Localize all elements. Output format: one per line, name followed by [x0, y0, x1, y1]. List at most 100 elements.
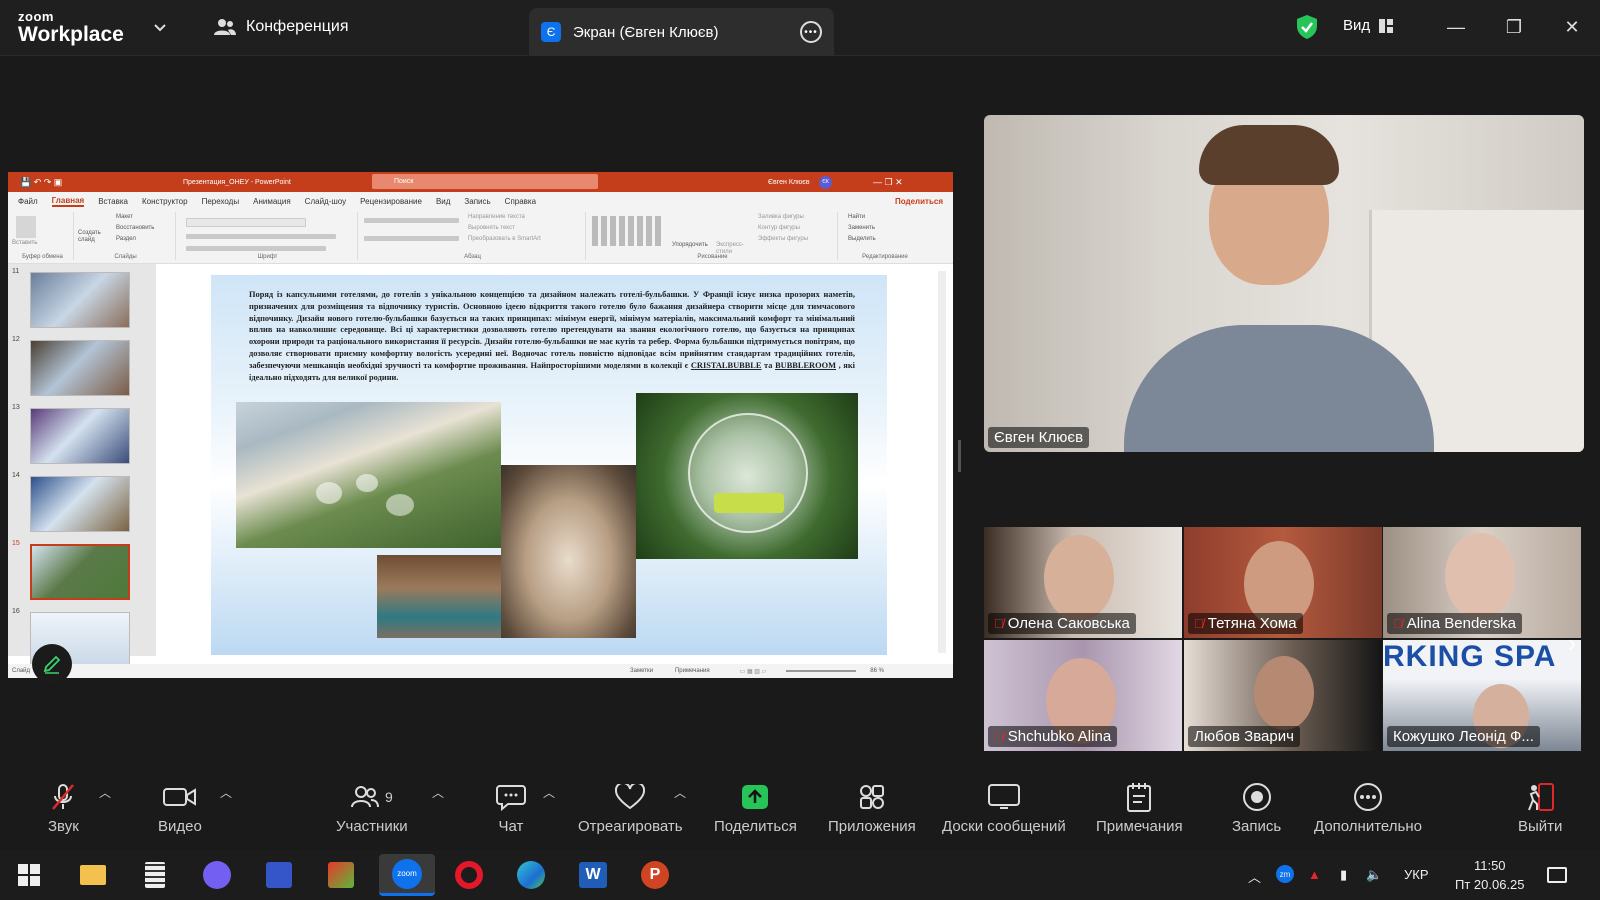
word-icon[interactable]: W — [576, 858, 610, 892]
layout-label[interactable]: Макет — [116, 214, 133, 220]
notes-button[interactable]: Заметки — [630, 668, 653, 674]
font-name-box[interactable] — [186, 218, 306, 227]
speaker-video[interactable]: Євген Клюєв — [984, 115, 1584, 452]
share-screen-button[interactable]: Поделиться — [714, 782, 797, 835]
audio-button[interactable]: Звук — [48, 782, 79, 835]
font-buttons[interactable] — [186, 234, 336, 239]
slide-thumbnails-pane[interactable]: 11 12 13 14 15 16 — [8, 264, 156, 668]
create-slide-label[interactable]: Создать слайд — [78, 230, 108, 244]
split-divider-handle[interactable] — [958, 440, 961, 472]
zoom-tray-icon[interactable]: zm — [1276, 865, 1294, 883]
ppt-tab[interactable]: Переходы — [202, 197, 240, 206]
participant-tile[interactable]: Любов Зварич — [1184, 640, 1382, 751]
edge-icon[interactable] — [514, 858, 548, 892]
font-color-buttons[interactable] — [186, 246, 326, 251]
slide-thumbnail[interactable] — [30, 476, 130, 532]
volume-icon[interactable]: 🔈 — [1366, 867, 1382, 883]
ppt-tab[interactable]: Анимация — [253, 197, 291, 206]
participants-button[interactable]: 9 Участники — [336, 782, 408, 835]
ppt-tab[interactable]: Файл — [18, 197, 38, 206]
more-button[interactable]: Дополнительно — [1314, 782, 1422, 835]
align-text-label[interactable]: Выровнять текст — [468, 225, 515, 231]
slide-canvas[interactable]: Поряд із капсульними готелями, до готелі… — [211, 275, 887, 655]
slide-scrollbar[interactable] — [938, 271, 946, 653]
paste-icon[interactable] — [16, 216, 36, 238]
microphone-tray-icon[interactable]: ▮ — [1340, 867, 1347, 883]
screen-share-tab[interactable]: Є Экран (Євген Клюєв) ••• — [529, 8, 834, 56]
participant-tile[interactable]: 🎙̸ Тетяна Хома — [1184, 527, 1382, 638]
comments-button[interactable]: Примечания — [675, 668, 710, 674]
slide-paragraph[interactable]: Поряд із капсульними готелями, до готелі… — [249, 289, 855, 383]
slide-thumbnail[interactable] — [30, 340, 130, 396]
ppt-window-controls[interactable]: — ❐ ✕ — [873, 177, 903, 188]
conference-tab[interactable]: Конференция — [214, 18, 349, 36]
participant-tile[interactable]: 🎙̸ Alina Benderska — [1383, 527, 1581, 638]
close-icon[interactable]: ✕ — [1559, 14, 1585, 40]
shape-outline-label[interactable]: Контур фигуры — [758, 225, 800, 231]
viber-icon[interactable] — [200, 858, 234, 892]
tray-expand-icon[interactable]: ︿ — [1248, 867, 1261, 886]
audio-options-caret-icon[interactable]: ︿ — [99, 784, 111, 801]
whiteboards-button[interactable]: Доски сообщений — [942, 782, 1066, 835]
zoom-app-icon[interactable]: zoom — [379, 854, 435, 896]
restore-icon[interactable]: ❐ — [1501, 14, 1527, 40]
align-buttons[interactable] — [364, 236, 459, 241]
zoom-slider[interactable] — [786, 670, 857, 672]
next-page-arrow-icon[interactable]: › — [1568, 630, 1576, 658]
shape-effects-label[interactable]: Эффекты фигуры — [758, 236, 808, 242]
annotate-pen-button[interactable] — [32, 644, 72, 684]
system-clock[interactable]: 11:50 Пт 20.06.25 — [1455, 856, 1525, 894]
language-indicator[interactable]: УКР — [1404, 867, 1429, 882]
view-menu-button[interactable]: Вид — [1343, 17, 1394, 34]
windows-start-icon[interactable] — [12, 858, 46, 892]
section-label[interactable]: Раздел — [116, 236, 136, 242]
ppt-tab[interactable]: Запись — [464, 197, 490, 206]
ppt-tab[interactable]: Вид — [436, 197, 450, 206]
slide-thumbnail-selected[interactable] — [30, 544, 130, 600]
encryption-shield-icon[interactable] — [1296, 14, 1318, 40]
shape-fill-label[interactable]: Заливка фигуры — [758, 214, 804, 220]
video-button[interactable]: Видео — [158, 782, 202, 835]
react-button[interactable]: Отреагировать — [578, 782, 683, 835]
ppt-search-box[interactable]: Поиск — [372, 174, 598, 189]
drive-tray-icon[interactable]: ▲ — [1308, 867, 1321, 882]
quick-access-icons[interactable]: 💾 ↶ ↷ ▣ — [20, 177, 62, 188]
ppt-tab[interactable]: Справка — [505, 197, 536, 206]
smartart-label[interactable]: Преобразовать в SmartArt — [468, 236, 541, 242]
slide-thumbnail[interactable] — [30, 272, 130, 328]
powerpoint-icon[interactable]: P — [638, 858, 672, 892]
record-button[interactable]: Запись — [1232, 782, 1281, 835]
file-explorer-icon[interactable] — [76, 858, 110, 892]
participant-tile[interactable]: RKING SPA Кожушко Леонід Ф... — [1383, 640, 1581, 751]
calculator-icon[interactable] — [138, 858, 172, 892]
text-direction-label[interactable]: Направление текста — [468, 214, 525, 220]
view-buttons[interactable]: ▭ ▦ ▥ ▱ — [740, 668, 767, 675]
chat-button[interactable]: Чат — [496, 782, 526, 835]
react-options-caret-icon[interactable]: ︿ — [674, 784, 686, 801]
participants-options-caret-icon[interactable]: ︿ — [432, 784, 444, 801]
ppt-share-button[interactable]: Поделиться — [895, 197, 943, 206]
chevron-down-icon[interactable] — [152, 20, 168, 36]
video-options-caret-icon[interactable]: ︿ — [220, 784, 232, 801]
shared-screen-powerpoint[interactable]: 💾 ↶ ↷ ▣ Презентация_ОНЕУ - PowerPoint По… — [8, 172, 953, 678]
slide-thumbnail[interactable] — [30, 408, 130, 464]
ppt-tab[interactable]: Рецензирование — [360, 197, 422, 206]
leave-button[interactable]: Выйти — [1518, 782, 1562, 835]
save-disk-icon[interactable] — [262, 858, 296, 892]
apps-button[interactable]: Приложения — [828, 782, 916, 835]
participant-tile[interactable]: 🎙̸ Олена Саковська — [984, 527, 1182, 638]
minimize-icon[interactable]: — — [1443, 14, 1469, 40]
chat-options-caret-icon[interactable]: ︿ — [543, 784, 555, 801]
notes-button[interactable]: Примечания — [1096, 782, 1183, 835]
find-label[interactable]: Найти — [848, 214, 865, 220]
arrange-label[interactable]: Упорядочить — [672, 242, 708, 248]
notifications-icon[interactable] — [1540, 858, 1574, 892]
more-options-icon[interactable]: ••• — [800, 21, 822, 43]
ppt-tab[interactable]: Вставка — [98, 197, 128, 206]
participant-tile[interactable]: 🎙̸ Shchubko Alina — [984, 640, 1182, 751]
list-buttons[interactable] — [364, 218, 459, 223]
select-label[interactable]: Выделить — [848, 236, 876, 242]
ppt-tab[interactable]: Конструктор — [142, 197, 188, 206]
adobe-reader-icon[interactable] — [324, 858, 358, 892]
opera-icon[interactable] — [452, 858, 486, 892]
